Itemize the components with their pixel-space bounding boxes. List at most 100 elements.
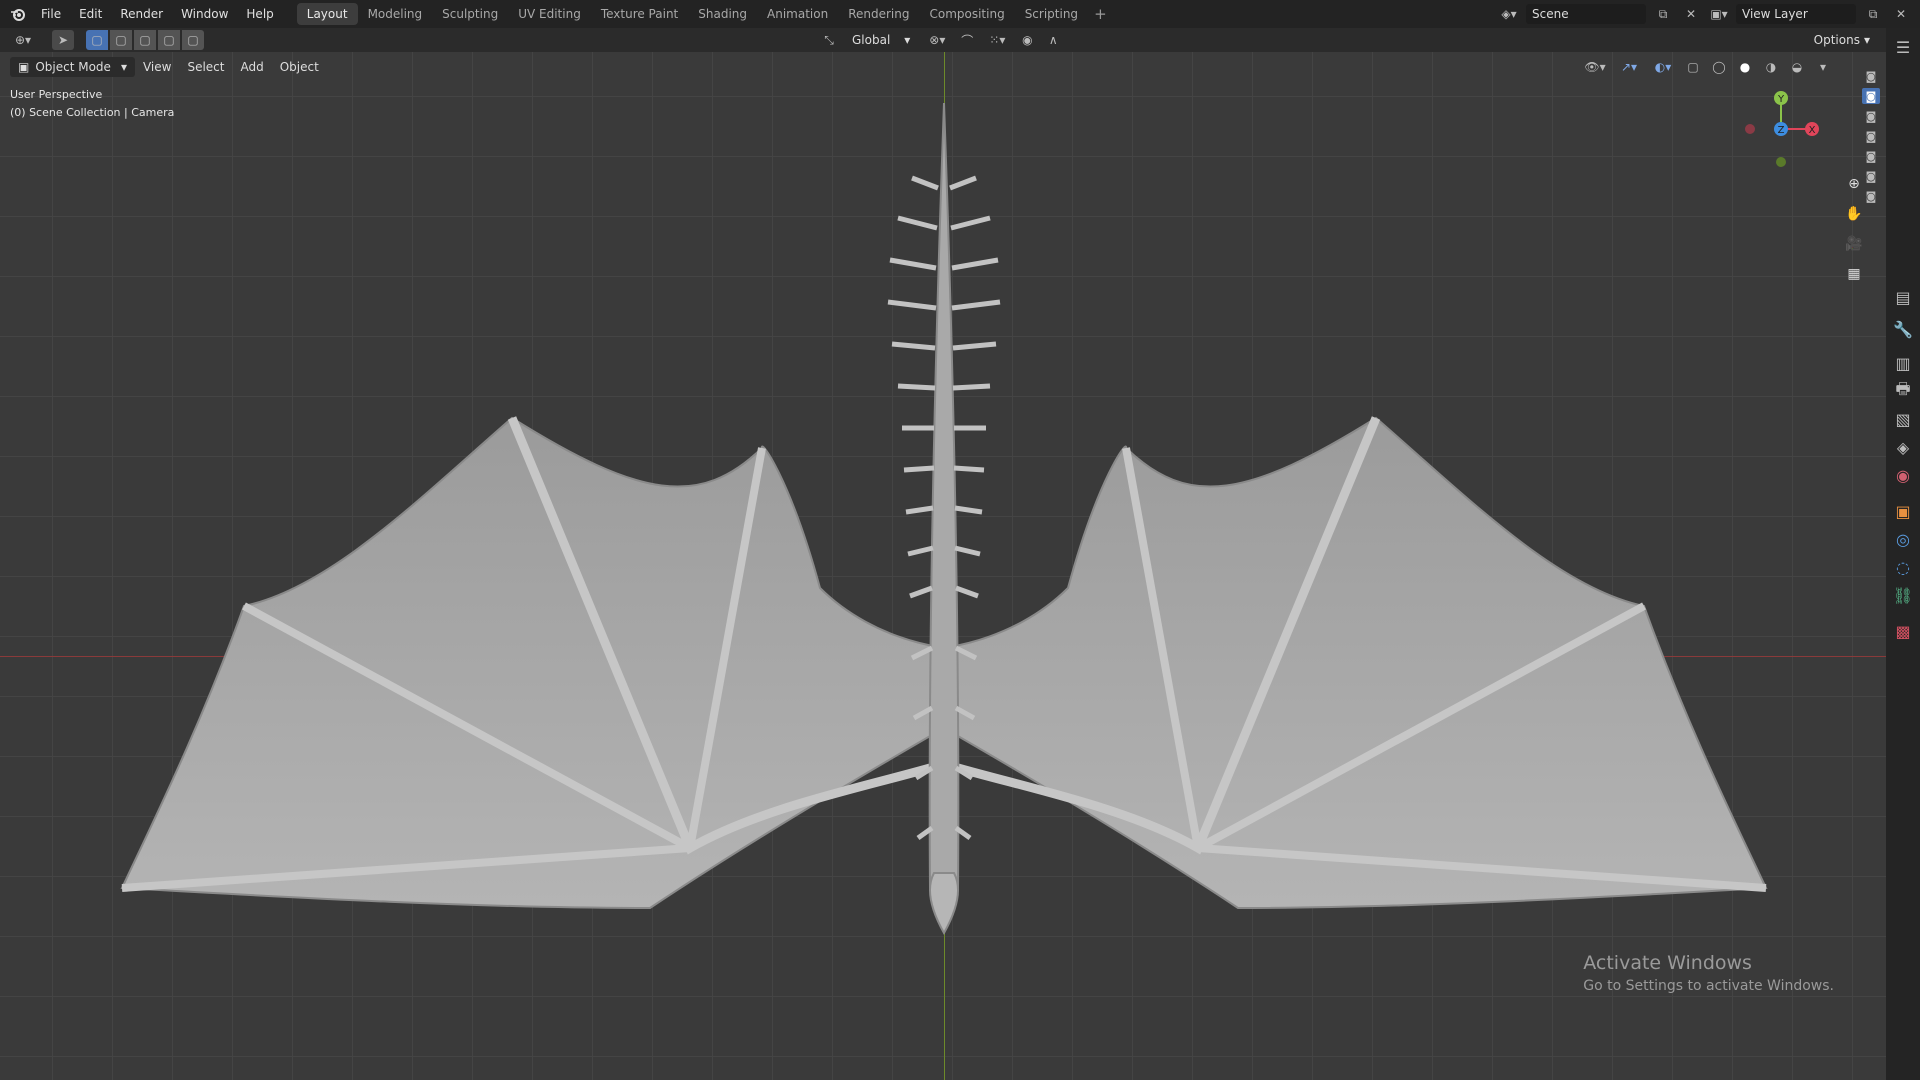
material-shading-icon[interactable]: ◑	[1760, 57, 1782, 77]
options-dropdown[interactable]: Options ▾	[1806, 30, 1878, 50]
menu-render[interactable]: Render	[111, 0, 172, 28]
dragon-model[interactable]	[0, 28, 1886, 1080]
chevron-down-icon: ▾	[120, 60, 127, 74]
camera-icon[interactable]: ◙	[1862, 68, 1880, 84]
tool-header: ⊕▾ ➤ ▢ ▢ ▢ ▢ ▢ ⤡ Global ▾ ⊗▾ ⌒ ⁙▾ ◉ ∧ Opt…	[0, 28, 1886, 52]
tool-settings-icon[interactable]: 🔧	[1893, 320, 1913, 339]
tab-texture-paint[interactable]: Texture Paint	[591, 3, 688, 25]
tab-modeling[interactable]: Modeling	[358, 3, 433, 25]
menu-edit[interactable]: Edit	[70, 0, 111, 28]
view-menu[interactable]: View	[135, 57, 179, 77]
scene-name-field[interactable]: Scene	[1526, 4, 1646, 24]
menu-window[interactable]: Window	[172, 0, 237, 28]
selection-mode-group: ▢ ▢ ▢ ▢ ▢	[86, 30, 204, 50]
physics-properties-icon[interactable]: ◌	[1894, 558, 1912, 577]
perspective-toggle-icon[interactable]: ▦	[1842, 262, 1866, 286]
properties-editor-icon[interactable]: ▤	[1894, 288, 1912, 307]
tab-scripting[interactable]: Scripting	[1015, 3, 1088, 25]
solid-shading-icon[interactable]: ●	[1734, 57, 1756, 77]
select-tool-icon[interactable]: ➤	[52, 30, 74, 50]
camera-icon[interactable]: ◙	[1862, 168, 1880, 184]
3d-viewport[interactable]	[0, 28, 1886, 1080]
delete-view-layer-icon[interactable]: ✕	[1890, 4, 1912, 24]
object-mode-dropdown[interactable]: ▣ Object Mode ▾	[10, 57, 135, 77]
view-layer-icon[interactable]: ▣▾	[1708, 4, 1730, 24]
camera-icon[interactable]: ◙	[1862, 88, 1880, 104]
select-menu[interactable]: Select	[179, 57, 232, 77]
select-new-icon[interactable]: ▢	[86, 30, 108, 50]
camera-icon[interactable]: ◙	[1862, 188, 1880, 204]
gizmo-y-label: Y	[1777, 94, 1785, 105]
rendered-shading-icon[interactable]: ◒	[1786, 57, 1808, 77]
shading-controls: 👁▾ ↗▾ ◐▾ ▢ ◯ ● ◑ ◒ ▾	[1580, 57, 1834, 77]
camera-icon[interactable]: ◙	[1862, 148, 1880, 164]
active-collection-label: (0) Scene Collection | Camera	[10, 106, 175, 119]
tab-shading[interactable]: Shading	[688, 3, 757, 25]
viewport-header: ▣ Object Mode ▾ View Select Add Object 👁…	[0, 54, 1886, 80]
transform-orientation-icon[interactable]: ⤡	[818, 30, 840, 50]
select-invert-icon[interactable]: ▢	[158, 30, 180, 50]
delete-scene-icon[interactable]: ✕	[1680, 4, 1702, 24]
object-properties-icon[interactable]: ▣	[1894, 502, 1912, 521]
workspace-tabs: Layout Modeling Sculpting UV Editing Tex…	[296, 0, 1113, 28]
render-properties-icon[interactable]: ▥	[1894, 354, 1912, 373]
wireframe-shading-icon[interactable]: ◯	[1708, 57, 1730, 77]
falloff-icon[interactable]: ∧	[1042, 30, 1064, 50]
xray-icon[interactable]: ▢	[1682, 57, 1704, 77]
gizmo-x-label: X	[1809, 125, 1816, 136]
tab-uv-editing[interactable]: UV Editing	[508, 3, 591, 25]
tab-rendering[interactable]: Rendering	[838, 3, 919, 25]
menu-help[interactable]: Help	[237, 0, 282, 28]
view-layer-properties-icon[interactable]: ▧	[1894, 410, 1912, 429]
properties-tab-strip: ☰ ▤ 🔧 ▥ 🖶 ▧ ◈ ◉ ▣ ◎ ◌ ⛓ ▩	[1886, 28, 1920, 1080]
camera-icon[interactable]: ◙	[1862, 108, 1880, 124]
chevron-down-icon[interactable]: ▾	[1812, 57, 1834, 77]
camera-icon[interactable]: ◙	[1862, 128, 1880, 144]
camera-view-icon[interactable]: 🎥	[1842, 232, 1866, 256]
select-intersect-icon[interactable]: ▢	[182, 30, 204, 50]
activate-windows-subtitle: Go to Settings to activate Windows.	[1583, 978, 1834, 994]
tab-animation[interactable]: Animation	[757, 3, 838, 25]
editor-type-icon[interactable]: ⊕▾	[6, 30, 40, 50]
select-subtract-icon[interactable]: ▢	[134, 30, 156, 50]
object-menu[interactable]: Object	[272, 57, 327, 77]
add-workspace-icon[interactable]: +	[1088, 5, 1113, 23]
chevron-down-icon: ▾	[1863, 33, 1870, 47]
add-menu[interactable]: Add	[232, 57, 271, 77]
gizmo-toggle-icon[interactable]: ↗▾	[1614, 57, 1644, 77]
tab-layout[interactable]: Layout	[296, 3, 358, 25]
pivot-point-icon[interactable]: ⊗▾	[922, 30, 952, 50]
outliner-icon[interactable]: ☰	[1894, 38, 1912, 57]
view-perspective-label: User Perspective	[10, 88, 103, 101]
proportional-editing-icon[interactable]: ◉	[1016, 30, 1038, 50]
new-scene-icon[interactable]: ⧉	[1652, 4, 1674, 24]
navigation-gizmo[interactable]: Y X Z	[1736, 84, 1826, 174]
select-extend-icon[interactable]: ▢	[110, 30, 132, 50]
menu-file[interactable]: File	[32, 0, 70, 28]
output-properties-icon[interactable]: 🖶	[1894, 379, 1912, 400]
constraint-properties-icon[interactable]: ⛓	[1893, 586, 1913, 605]
world-properties-icon[interactable]: ◉	[1894, 466, 1912, 485]
object-mode-label: Object Mode	[35, 60, 111, 74]
snap-icon[interactable]: ⌒	[956, 30, 978, 50]
activate-windows-watermark: Activate Windows Go to Settings to activ…	[1583, 952, 1834, 994]
snap-target-icon[interactable]: ⁙▾	[982, 30, 1012, 50]
modifier-properties-icon[interactable]: ◎	[1894, 530, 1912, 549]
visibility-icon[interactable]: 👁▾	[1580, 57, 1610, 77]
object-mode-icon: ▣	[18, 60, 30, 74]
options-label: Options	[1813, 33, 1860, 47]
view-layer-field[interactable]: View Layer	[1736, 4, 1856, 24]
blender-logo-icon[interactable]	[4, 0, 32, 28]
scene-properties-icon[interactable]: ◈	[1894, 438, 1912, 457]
transform-orientation-dropdown[interactable]: Global ▾	[844, 30, 918, 50]
new-view-layer-icon[interactable]: ⧉	[1862, 4, 1884, 24]
tab-compositing[interactable]: Compositing	[919, 3, 1014, 25]
scene-selector-area: ◈▾ Scene ⧉ ✕ ▣▾ View Layer ⧉ ✕	[1498, 0, 1920, 28]
texture-properties-icon[interactable]: ▩	[1894, 622, 1912, 641]
scene-type-icon[interactable]: ◈▾	[1498, 4, 1520, 24]
overlays-icon[interactable]: ◐▾	[1648, 57, 1678, 77]
camera-list: ◙ ◙ ◙ ◙ ◙ ◙ ◙	[1862, 68, 1884, 208]
activate-windows-title: Activate Windows	[1583, 952, 1752, 974]
tab-sculpting[interactable]: Sculpting	[432, 3, 508, 25]
top-bar: File Edit Render Window Help Layout Mode…	[0, 0, 1920, 28]
